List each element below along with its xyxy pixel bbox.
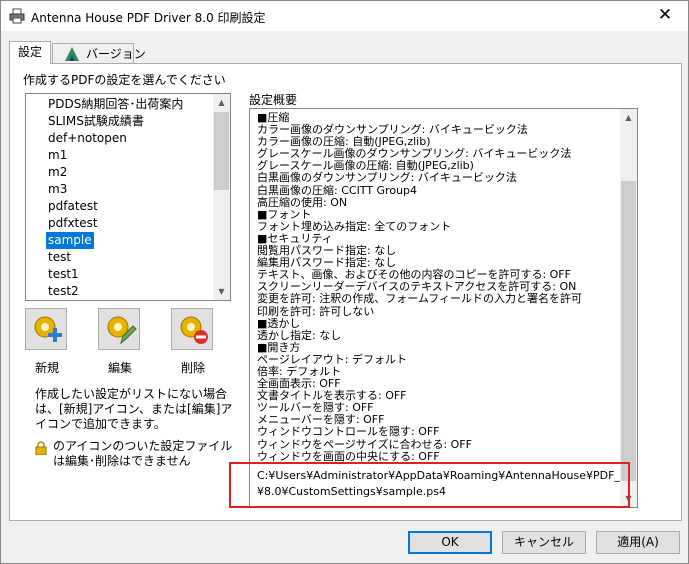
settings-list-heading: 作成するPDFの設定を選んでください bbox=[23, 73, 226, 87]
summary-scrollbar[interactable]: ▲ ▼ bbox=[620, 109, 637, 507]
title-bar[interactable]: Antenna House PDF Driver 8.0 印刷設定 ✕ bbox=[1, 1, 688, 31]
delete-label: 削除 bbox=[181, 361, 206, 375]
tab-version-label: バージョン bbox=[86, 47, 146, 61]
window-title: Antenna House PDF Driver 8.0 印刷設定 bbox=[31, 11, 266, 25]
edit-button[interactable] bbox=[98, 308, 140, 350]
new-label: 新規 bbox=[35, 361, 60, 375]
gear-add-icon bbox=[34, 316, 62, 342]
list-item[interactable]: m1 bbox=[46, 147, 69, 164]
delete-button[interactable] bbox=[171, 308, 213, 350]
summary-line: 変更を許可: 注釈の作成、フォームフィールドの入力と署名を許可 bbox=[257, 292, 582, 306]
edit-label: 編集 bbox=[108, 361, 133, 375]
summary-line: 印刷を許可: 許可しない bbox=[257, 304, 375, 318]
new-button[interactable] bbox=[25, 308, 67, 350]
summary-line: 白黒画像の圧縮: CCITT Group4 bbox=[257, 183, 418, 197]
print-settings-dialog: Antenna House PDF Driver 8.0 印刷設定 ✕ 設定 バ… bbox=[0, 0, 689, 564]
list-item[interactable]: test bbox=[46, 249, 73, 266]
path-highlight-box bbox=[229, 462, 630, 508]
list-item-selected[interactable]: sample bbox=[46, 232, 94, 249]
summary-line: 透かし指定: なし bbox=[257, 328, 342, 342]
ok-button[interactable]: OK bbox=[408, 531, 492, 554]
list-item[interactable]: pdfatest bbox=[46, 198, 100, 215]
apply-button[interactable]: 適用(A) bbox=[596, 531, 680, 554]
list-item[interactable]: SLIMS試験成績書 bbox=[46, 113, 146, 130]
summary-line: ウィンドウコントロールを隠す: OFF bbox=[257, 425, 440, 439]
help-text: 作成したい設定がリストにない場合は、[新規]アイコン、または[編集]アイコンで追… bbox=[35, 387, 233, 431]
list-item[interactable]: m3 bbox=[46, 181, 69, 198]
printer-icon bbox=[9, 8, 25, 24]
antenna-house-logo-icon bbox=[65, 47, 79, 61]
summary-textbox[interactable]: ■圧縮 カラー画像のダウンサンプリング: バイキュービック法 カラー画像の圧縮:… bbox=[249, 108, 638, 508]
close-icon: ✕ bbox=[657, 5, 673, 25]
list-item[interactable]: def+notopen bbox=[46, 130, 129, 147]
list-item[interactable]: m2 bbox=[46, 164, 69, 181]
list-item[interactable]: PDDS納期回答･出荷案内 bbox=[46, 96, 185, 113]
scroll-up-icon[interactable]: ▲ bbox=[620, 109, 637, 126]
list-scroll-thumb[interactable] bbox=[214, 112, 229, 190]
summary-line: ■透かし bbox=[257, 316, 301, 330]
list-item[interactable]: test1 bbox=[46, 266, 81, 283]
tab-version[interactable]: バージョン bbox=[52, 43, 146, 65]
settings-listbox[interactable]: PDDS納期回答･出荷案内 SLIMS試験成績書 def+notopen m1 … bbox=[25, 93, 231, 301]
list-item[interactable]: test2 bbox=[46, 283, 81, 300]
cancel-button[interactable]: キャンセル bbox=[502, 531, 586, 554]
summary-line: ウィンドウをページサイズに合わせる: OFF bbox=[257, 437, 472, 451]
summary-line: ウィンドウを画面の中央にする: OFF bbox=[257, 449, 440, 463]
summary-heading: 設定概要 bbox=[249, 93, 298, 107]
lock-note: のアイコンのついた設定ファイルは編集･削除はできません bbox=[53, 439, 233, 468]
scroll-down-icon[interactable]: ▼ bbox=[213, 283, 230, 300]
scroll-up-icon[interactable]: ▲ bbox=[213, 94, 230, 111]
tab-settings[interactable]: 設定 bbox=[9, 41, 51, 64]
lock-icon bbox=[35, 441, 47, 455]
summary-line: 白黒画像のダウンサンプリング: バイキュービック法 bbox=[257, 171, 517, 185]
list-scrollbar[interactable]: ▲ ▼ bbox=[213, 94, 230, 300]
close-button[interactable]: ✕ bbox=[642, 1, 688, 31]
summary-lines: ■圧縮 カラー画像のダウンサンプリング: バイキュービック法 カラー画像の圧縮:… bbox=[257, 111, 582, 463]
gear-delete-icon bbox=[180, 316, 208, 344]
gear-edit-icon bbox=[107, 316, 137, 345]
summary-line: 高圧縮の使用: ON bbox=[257, 195, 348, 209]
summary-scroll-thumb[interactable] bbox=[621, 181, 636, 481]
list-item[interactable]: pdfxtest bbox=[46, 215, 100, 232]
